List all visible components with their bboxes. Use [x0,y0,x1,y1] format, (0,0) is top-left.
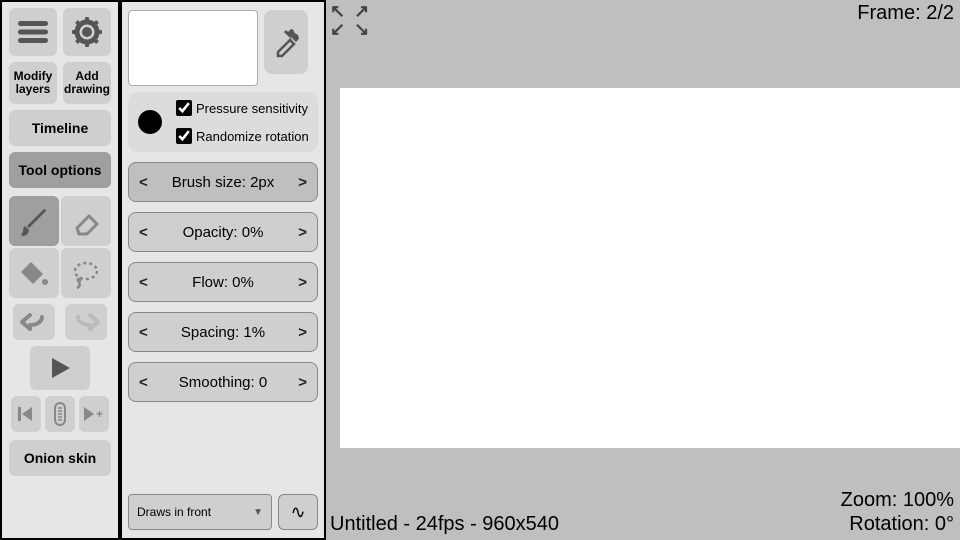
opacity-spinner[interactable]: < Opacity: 0% > [128,212,318,252]
randomize-checkbox[interactable] [176,128,192,144]
brush-size-dec[interactable]: < [139,174,148,191]
frame-scrub-button[interactable] [45,396,75,432]
undo-icon [20,311,48,333]
lasso-icon [69,256,103,290]
pressure-checkbox[interactable] [176,100,192,116]
play-icon [46,354,74,382]
hamburger-icon [18,20,48,44]
redo-icon [72,311,100,333]
wave-button[interactable]: ∿ [278,494,318,530]
onion-skin-button[interactable]: Onion skin [9,440,111,476]
spacing-dec[interactable]: < [139,324,148,341]
color-swatch[interactable] [138,110,162,134]
paint-bucket-icon [17,256,51,290]
svg-text:+: + [96,407,103,421]
gear-icon [71,16,103,48]
modify-layers-label-2: layers [16,83,51,96]
tool-options-button[interactable]: Tool options [9,152,111,188]
brush-size-spinner[interactable]: < Brush size: 2px > [128,162,318,202]
brush-tool[interactable] [9,196,59,246]
spacing-value: Spacing: 1% [181,324,265,341]
pressure-check[interactable]: Pressure sensitivity [176,100,309,116]
zoom-indicator: Zoom: 100% [841,489,954,512]
eyedropper-button[interactable] [264,10,308,74]
play-button[interactable] [30,346,90,390]
undo-button[interactable] [13,304,55,340]
brush-size-inc[interactable]: > [298,174,307,191]
flow-value: Flow: 0% [192,274,254,291]
smoothing-value: Smoothing: 0 [179,374,267,391]
smoothing-spinner[interactable]: < Smoothing: 0 > [128,362,318,402]
next-frame-button[interactable]: + [79,396,109,432]
timeline-button[interactable]: Timeline [9,110,111,146]
frame-indicator: Frame: 2/2 [857,2,954,25]
wave-icon: ∿ [290,502,305,523]
menu-button[interactable] [9,8,57,56]
tool-options-label: Tool options [19,162,102,178]
add-drawing-button[interactable]: Add drawing [63,62,111,104]
drawing-canvas[interactable] [340,88,960,448]
spacing-inc[interactable]: > [298,324,307,341]
eyedropper-icon [272,22,300,62]
randomize-check[interactable]: Randomize rotation [176,128,309,144]
smoothing-inc[interactable]: > [298,374,307,391]
rotation-indicator: Rotation: 0° [849,513,954,536]
fill-tool[interactable] [9,248,59,298]
spacing-spinner[interactable]: < Spacing: 1% > [128,312,318,352]
canvas-area: ↖ ↗ ↙ ↘ Frame: 2/2 Zoom: 100% Rotation: … [326,0,960,540]
eraser-tool[interactable] [61,196,111,246]
tool-options-panel: Pressure sensitivity Randomize rotation … [120,0,326,540]
prev-frame-button[interactable] [11,396,41,432]
smoothing-dec[interactable]: < [139,374,148,391]
opacity-value: Opacity: 0% [183,224,264,241]
draws-mode-select[interactable]: Draws in front ▼ [128,494,272,530]
brush-icon [17,204,51,238]
dropdown-icon: ▼ [253,507,263,518]
next-frame-icon: + [82,404,106,424]
lasso-tool[interactable] [61,248,111,298]
scrub-icon [52,401,68,427]
footer-info: Untitled - 24fps - 960x540 [330,513,559,536]
flow-dec[interactable]: < [139,274,148,291]
app-root: Modify layers Add drawing Timeline Tool … [0,0,960,540]
tool-grid [9,196,111,298]
fullscreen-toggle[interactable]: ↖ ↗ ↙ ↘ [330,2,371,38]
brush-size-value: Brush size: 2px [172,174,275,191]
expand-icon-top: ↖ ↗ [330,2,371,20]
settings-button[interactable] [63,8,111,56]
pressure-label: Pressure sensitivity [196,101,308,116]
add-drawing-label-2: drawing [64,83,110,96]
expand-icon-bottom: ↙ ↘ [330,20,371,38]
onion-skin-label: Onion skin [24,450,96,466]
timeline-label: Timeline [32,120,89,136]
left-panel: Modify layers Add drawing Timeline Tool … [0,0,120,540]
opacity-inc[interactable]: > [298,224,307,241]
randomize-label: Randomize rotation [196,129,309,144]
prev-frame-icon [16,404,36,424]
color-checks-row: Pressure sensitivity Randomize rotation [128,92,318,152]
eraser-icon [69,204,103,238]
modify-layers-button[interactable]: Modify layers [9,62,57,104]
opacity-dec[interactable]: < [139,224,148,241]
redo-button[interactable] [65,304,107,340]
brush-preview [128,10,258,86]
draws-mode-value: Draws in front [137,505,211,519]
flow-inc[interactable]: > [298,274,307,291]
flow-spinner[interactable]: < Flow: 0% > [128,262,318,302]
